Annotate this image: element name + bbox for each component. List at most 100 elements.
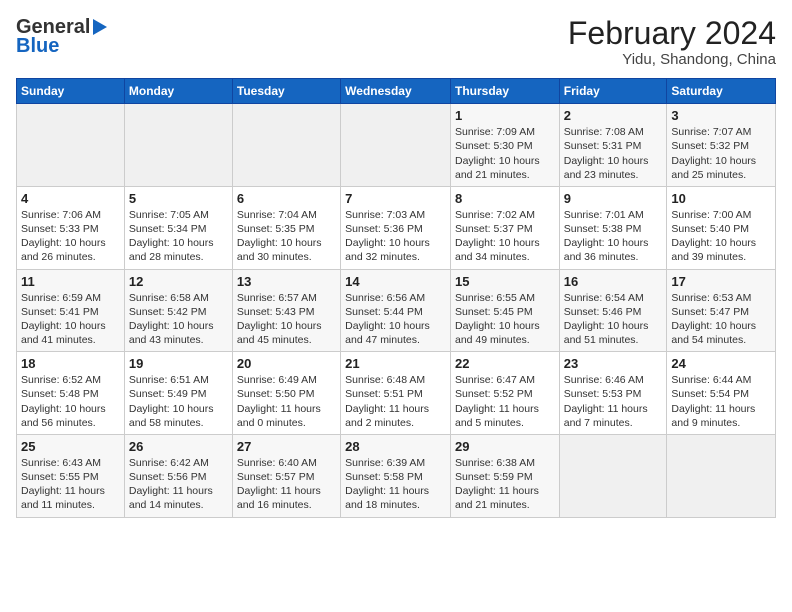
- day-number: 24: [671, 356, 771, 371]
- day-info: Sunrise: 6:53 AMSunset: 5:47 PMDaylight:…: [671, 291, 771, 348]
- day-info: Sunrise: 7:06 AMSunset: 5:33 PMDaylight:…: [21, 208, 120, 265]
- day-info: Sunrise: 7:01 AMSunset: 5:38 PMDaylight:…: [564, 208, 663, 265]
- calendar-cell: 2 Sunrise: 7:08 AMSunset: 5:31 PMDaylight…: [559, 104, 667, 187]
- calendar-cell: 5 Sunrise: 7:05 AMSunset: 5:34 PMDaylight…: [124, 186, 232, 269]
- day-number: 17: [671, 274, 771, 289]
- day-number: 10: [671, 191, 771, 206]
- column-header-friday: Friday: [559, 79, 667, 104]
- calendar-cell: 15 Sunrise: 6:55 AMSunset: 5:45 PMDayligh…: [450, 269, 559, 352]
- page-header: General Blue February 2024 Yidu, Shandon…: [16, 16, 776, 68]
- calendar-cell: 21 Sunrise: 6:48 AMSunset: 5:51 PMDayligh…: [341, 352, 451, 435]
- day-number: 23: [564, 356, 663, 371]
- calendar-cell: [559, 434, 667, 517]
- day-number: 20: [237, 356, 336, 371]
- day-number: 13: [237, 274, 336, 289]
- calendar-cell: 16 Sunrise: 6:54 AMSunset: 5:46 PMDayligh…: [559, 269, 667, 352]
- calendar-week-row: 1 Sunrise: 7:09 AMSunset: 5:30 PMDaylight…: [17, 104, 776, 187]
- calendar-table: SundayMondayTuesdayWednesdayThursdayFrid…: [16, 78, 776, 517]
- day-info: Sunrise: 7:09 AMSunset: 5:30 PMDaylight:…: [455, 125, 555, 182]
- calendar-cell: 8Sunrise: 7:02 AMSunset: 5:37 PMDaylight…: [450, 186, 559, 269]
- day-number: 15: [455, 274, 555, 289]
- day-info: Sunrise: 7:02 AMSunset: 5:37 PMDaylight:…: [455, 208, 555, 265]
- day-info: Sunrise: 6:54 AMSunset: 5:46 PMDaylight:…: [564, 291, 663, 348]
- calendar-cell: 9 Sunrise: 7:01 AMSunset: 5:38 PMDaylight…: [559, 186, 667, 269]
- day-number: 12: [129, 274, 228, 289]
- day-number: 1: [455, 108, 555, 123]
- calendar-cell: [124, 104, 232, 187]
- day-info: Sunrise: 6:44 AMSunset: 5:54 PMDaylight:…: [671, 373, 771, 430]
- logo: General Blue: [16, 16, 107, 58]
- day-number: 2: [564, 108, 663, 123]
- location-title: Yidu, Shandong, China: [568, 51, 776, 68]
- calendar-cell: 20 Sunrise: 6:49 AMSunset: 5:50 PMDayligh…: [232, 352, 340, 435]
- day-number: 11: [21, 274, 120, 289]
- day-number: 14: [345, 274, 446, 289]
- calendar-week-row: 18 Sunrise: 6:52 AMSunset: 5:48 PMDayligh…: [17, 352, 776, 435]
- day-info: Sunrise: 7:07 AMSunset: 5:32 PMDaylight:…: [671, 125, 771, 182]
- calendar-week-row: 25 Sunrise: 6:43 AMSunset: 5:55 PMDayligh…: [17, 434, 776, 517]
- day-info: Sunrise: 6:38 AMSunset: 5:59 PMDaylight:…: [455, 456, 555, 513]
- day-number: 6: [237, 191, 336, 206]
- calendar-cell: 23 Sunrise: 6:46 AMSunset: 5:53 PMDayligh…: [559, 352, 667, 435]
- column-header-tuesday: Tuesday: [232, 79, 340, 104]
- column-header-thursday: Thursday: [450, 79, 559, 104]
- calendar-cell: 29Sunrise: 6:38 AMSunset: 5:59 PMDayligh…: [450, 434, 559, 517]
- day-number: 9: [564, 191, 663, 206]
- day-info: Sunrise: 6:59 AMSunset: 5:41 PMDaylight:…: [21, 291, 120, 348]
- day-number: 5: [129, 191, 228, 206]
- calendar-cell: 26 Sunrise: 6:42 AMSunset: 5:56 PMDayligh…: [124, 434, 232, 517]
- calendar-cell: 28Sunrise: 6:39 AMSunset: 5:58 PMDayligh…: [341, 434, 451, 517]
- logo-blue-text: Blue: [16, 35, 59, 58]
- calendar-cell: 7 Sunrise: 7:03 AMSunset: 5:36 PMDaylight…: [341, 186, 451, 269]
- day-info: Sunrise: 6:52 AMSunset: 5:48 PMDaylight:…: [21, 373, 120, 430]
- calendar-cell: 6 Sunrise: 7:04 AMSunset: 5:35 PMDaylight…: [232, 186, 340, 269]
- day-number: 26: [129, 439, 228, 454]
- calendar-cell: 11 Sunrise: 6:59 AMSunset: 5:41 PMDayligh…: [17, 269, 125, 352]
- day-info: Sunrise: 6:43 AMSunset: 5:55 PMDaylight:…: [21, 456, 120, 513]
- calendar-cell: [232, 104, 340, 187]
- day-number: 25: [21, 439, 120, 454]
- calendar-cell: [341, 104, 451, 187]
- column-header-sunday: Sunday: [17, 79, 125, 104]
- day-info: Sunrise: 6:42 AMSunset: 5:56 PMDaylight:…: [129, 456, 228, 513]
- column-header-saturday: Saturday: [667, 79, 776, 104]
- column-header-wednesday: Wednesday: [341, 79, 451, 104]
- day-info: Sunrise: 6:51 AMSunset: 5:49 PMDaylight:…: [129, 373, 228, 430]
- day-info: Sunrise: 7:05 AMSunset: 5:34 PMDaylight:…: [129, 208, 228, 265]
- day-info: Sunrise: 6:48 AMSunset: 5:51 PMDaylight:…: [345, 373, 446, 430]
- calendar-cell: 22 Sunrise: 6:47 AMSunset: 5:52 PMDayligh…: [450, 352, 559, 435]
- calendar-cell: 4Sunrise: 7:06 AMSunset: 5:33 PMDaylight…: [17, 186, 125, 269]
- day-number: 21: [345, 356, 446, 371]
- day-info: Sunrise: 7:04 AMSunset: 5:35 PMDaylight:…: [237, 208, 336, 265]
- calendar-cell: 14Sunrise: 6:56 AMSunset: 5:44 PMDayligh…: [341, 269, 451, 352]
- day-number: 16: [564, 274, 663, 289]
- day-info: Sunrise: 6:46 AMSunset: 5:53 PMDaylight:…: [564, 373, 663, 430]
- day-info: Sunrise: 6:58 AMSunset: 5:42 PMDaylight:…: [129, 291, 228, 348]
- calendar-cell: 27 Sunrise: 6:40 AMSunset: 5:57 PMDayligh…: [232, 434, 340, 517]
- day-info: Sunrise: 6:57 AMSunset: 5:43 PMDaylight:…: [237, 291, 336, 348]
- day-info: Sunrise: 6:40 AMSunset: 5:57 PMDaylight:…: [237, 456, 336, 513]
- day-info: Sunrise: 6:49 AMSunset: 5:50 PMDaylight:…: [237, 373, 336, 430]
- logo-arrow-icon: [93, 19, 107, 35]
- day-number: 7: [345, 191, 446, 206]
- day-number: 19: [129, 356, 228, 371]
- calendar-cell: 1 Sunrise: 7:09 AMSunset: 5:30 PMDaylight…: [450, 104, 559, 187]
- day-number: 22: [455, 356, 555, 371]
- calendar-cell: 17 Sunrise: 6:53 AMSunset: 5:47 PMDayligh…: [667, 269, 776, 352]
- calendar-cell: 24 Sunrise: 6:44 AMSunset: 5:54 PMDayligh…: [667, 352, 776, 435]
- day-number: 27: [237, 439, 336, 454]
- day-info: Sunrise: 7:08 AMSunset: 5:31 PMDaylight:…: [564, 125, 663, 182]
- day-info: Sunrise: 7:03 AMSunset: 5:36 PMDaylight:…: [345, 208, 446, 265]
- calendar-cell: 18 Sunrise: 6:52 AMSunset: 5:48 PMDayligh…: [17, 352, 125, 435]
- calendar-cell: 19 Sunrise: 6:51 AMSunset: 5:49 PMDayligh…: [124, 352, 232, 435]
- month-title: February 2024: [568, 16, 776, 51]
- day-number: 18: [21, 356, 120, 371]
- day-info: Sunrise: 6:55 AMSunset: 5:45 PMDaylight:…: [455, 291, 555, 348]
- calendar-week-row: 4Sunrise: 7:06 AMSunset: 5:33 PMDaylight…: [17, 186, 776, 269]
- title-block: February 2024 Yidu, Shandong, China: [568, 16, 776, 68]
- column-header-monday: Monday: [124, 79, 232, 104]
- calendar-cell: 13 Sunrise: 6:57 AMSunset: 5:43 PMDayligh…: [232, 269, 340, 352]
- calendar-cell: 10Sunrise: 7:00 AMSunset: 5:40 PMDayligh…: [667, 186, 776, 269]
- day-info: Sunrise: 6:47 AMSunset: 5:52 PMDaylight:…: [455, 373, 555, 430]
- calendar-cell: [667, 434, 776, 517]
